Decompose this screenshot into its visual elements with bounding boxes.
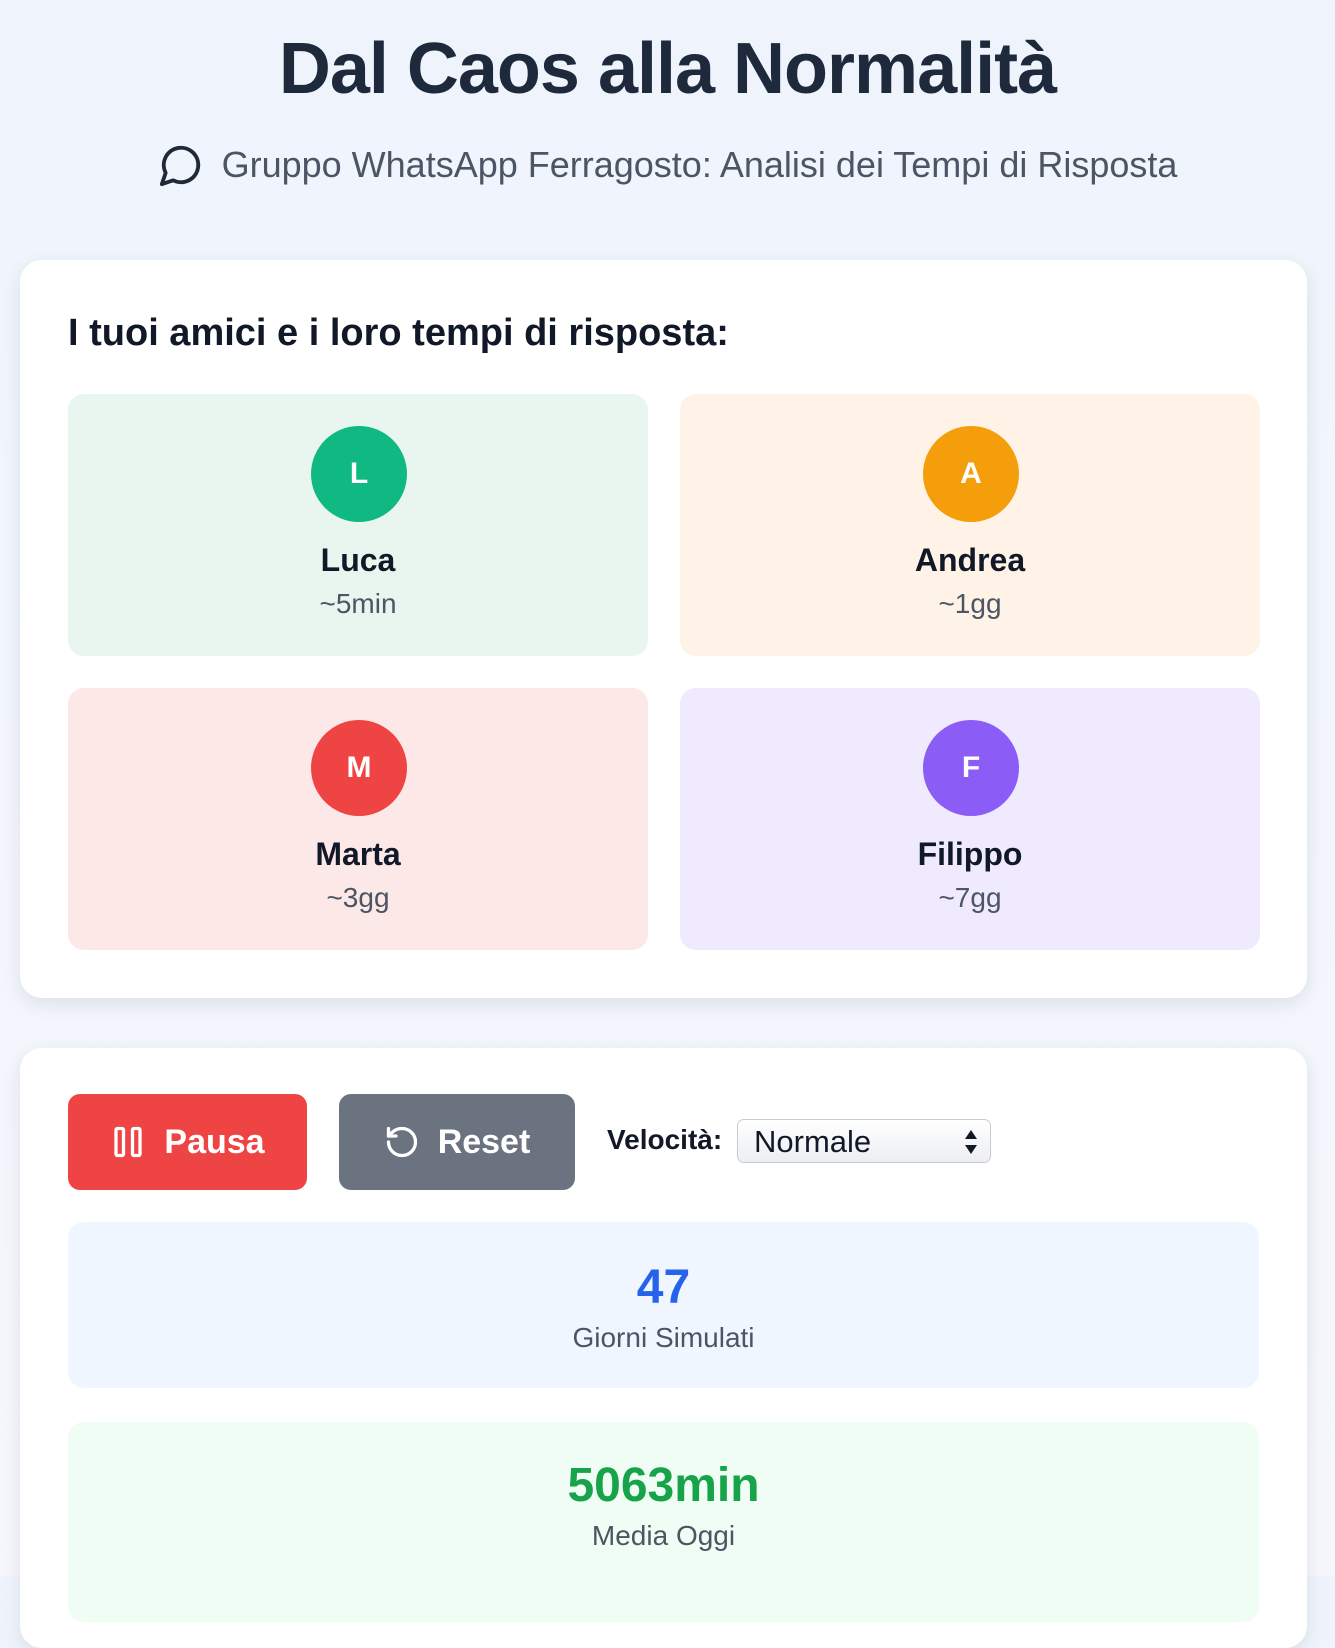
friend-name: Marta: [315, 836, 401, 872]
pause-button[interactable]: Pausa: [68, 1094, 307, 1190]
friend-card-marta: M Marta ~3gg: [68, 688, 648, 950]
pause-button-label: Pausa: [164, 1122, 265, 1161]
page-subtitle: Gruppo WhatsApp Ferragosto: Analisi dei …: [0, 142, 1335, 188]
reset-icon: [386, 1126, 417, 1158]
subtitle-text: Gruppo WhatsApp Ferragosto: Analisi dei …: [221, 144, 1178, 185]
select-arrows-icon: [965, 1130, 977, 1154]
friend-card-luca: L Luca ~5min: [68, 394, 648, 656]
speed-select[interactable]: Normale: [737, 1119, 991, 1163]
friend-card-andrea: A Andrea ~1gg: [680, 394, 1260, 656]
simulated-days-value: 47: [636, 1261, 691, 1314]
friend-response-time: ~1gg: [938, 588, 1002, 619]
friend-card-filippo: F Filippo ~7gg: [680, 688, 1260, 950]
page-title: Dal Caos alla Normalità: [278, 29, 1057, 109]
friend-name: Filippo: [917, 836, 1023, 872]
pause-icon: [114, 1126, 143, 1158]
friends-heading: I tuoi amici e i loro tempi di risposta:: [68, 312, 729, 354]
simulation-panel: Pausa Reset Velocità: Normale 47 Giorni …: [20, 1048, 1307, 1648]
average-today-value: 5063min: [567, 1459, 760, 1512]
speed-label: Velocità:: [607, 1124, 723, 1155]
avatar: A: [923, 426, 1019, 522]
friend-name: Luca: [320, 542, 396, 578]
friends-panel: I tuoi amici e i loro tempi di risposta:…: [20, 260, 1307, 998]
friend-response-time: ~5min: [319, 588, 397, 619]
simulated-days-label: Giorni Simulati: [572, 1322, 755, 1353]
avatar: F: [923, 720, 1019, 816]
friend-response-time: ~7gg: [938, 882, 1002, 913]
average-today-stat: 5063min Media Oggi: [68, 1422, 1259, 1622]
simulated-days-stat: 47 Giorni Simulati: [68, 1222, 1259, 1388]
friend-name: Andrea: [914, 542, 1026, 578]
average-today-label: Media Oggi: [591, 1520, 736, 1551]
chat-bubble-icon: [159, 145, 200, 187]
avatar: M: [311, 720, 407, 816]
reset-button-label: Reset: [437, 1122, 531, 1161]
avatar: L: [311, 426, 407, 522]
friend-response-time: ~3gg: [326, 882, 390, 913]
speed-select-value: Normale: [754, 1124, 872, 1159]
reset-button[interactable]: Reset: [339, 1094, 575, 1190]
